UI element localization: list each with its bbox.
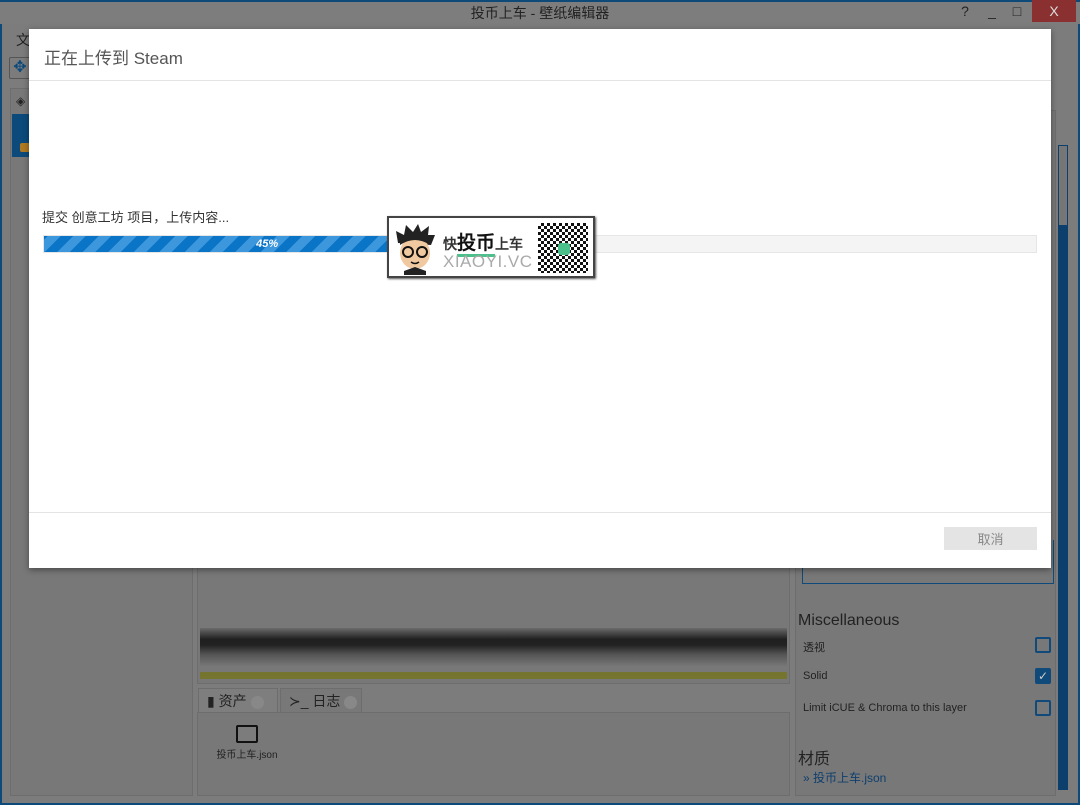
solid-checkbox[interactable]: ✓ bbox=[1035, 668, 1051, 684]
scrollbar-thumb[interactable] bbox=[1058, 145, 1068, 226]
watermark-logo: 快投币上车 XIAOYI.VC bbox=[387, 216, 595, 278]
image-icon bbox=[236, 725, 258, 743]
move-tool-icon[interactable]: ✥ bbox=[9, 57, 31, 79]
qr-code-icon bbox=[537, 222, 589, 274]
minimize-button[interactable]: _ bbox=[982, 0, 1002, 22]
material-title: 材质 bbox=[798, 751, 831, 768]
scrollbar[interactable] bbox=[1058, 145, 1068, 790]
divider bbox=[29, 80, 1051, 81]
perspective-checkbox[interactable] bbox=[1035, 637, 1051, 653]
section-title: Miscellaneous bbox=[798, 612, 900, 629]
cartoon-face-icon bbox=[396, 224, 435, 275]
timeline-bar bbox=[200, 672, 787, 679]
menu-file[interactable]: 文 bbox=[16, 30, 30, 50]
tab-close-icon[interactable] bbox=[250, 695, 264, 709]
prop-label: Limit iCUE & Chroma to this layer bbox=[803, 702, 967, 714]
asset-item[interactable]: 投币上车.json bbox=[214, 725, 280, 761]
asset-name: 投币上车.json bbox=[216, 750, 278, 761]
prop-label: Solid bbox=[803, 670, 828, 682]
layers-icon: ◈ bbox=[16, 94, 26, 108]
tab-label: 日志 bbox=[312, 693, 341, 709]
limit-icue-checkbox[interactable] bbox=[1035, 700, 1051, 716]
tab-label: 资产 bbox=[218, 693, 247, 709]
help-button[interactable]: ? bbox=[955, 0, 975, 22]
upload-status: 提交 创意工坊 项目，上传内容... bbox=[42, 210, 230, 225]
window-title: 投币上车 - 壁纸编辑器 bbox=[470, 5, 610, 21]
close-button[interactable]: X bbox=[1032, 0, 1076, 22]
canvas-preview bbox=[200, 628, 787, 666]
title-bar: 投币上车 - 壁纸编辑器 bbox=[0, 0, 1080, 24]
progress-label: 45% bbox=[256, 238, 279, 250]
watermark-domain: XIAOYI.VC bbox=[443, 252, 533, 271]
terminal-icon: ≻_ bbox=[289, 693, 309, 709]
watermark-text: 快投币上车 bbox=[443, 228, 523, 257]
tab-log[interactable]: ≻_ 日志 bbox=[280, 688, 362, 712]
cancel-button[interactable]: 取消 bbox=[944, 527, 1037, 550]
tab-close-icon[interactable] bbox=[344, 695, 358, 709]
prop-label: 透视 bbox=[803, 642, 825, 654]
material-link[interactable]: » 投币上车.json bbox=[803, 769, 886, 786]
upload-dialog: 正在上传到 Steam 提交 创意工坊 项目，上传内容... 45% 取消 bbox=[29, 29, 1051, 568]
copy-icon: ▮ bbox=[207, 693, 215, 709]
dialog-title: 正在上传到 Steam bbox=[44, 49, 183, 68]
divider bbox=[29, 512, 1051, 513]
maximize-button[interactable]: □ bbox=[1007, 0, 1027, 22]
assets-panel bbox=[197, 712, 790, 796]
tab-assets[interactable]: ▮ 资产 bbox=[198, 688, 278, 712]
